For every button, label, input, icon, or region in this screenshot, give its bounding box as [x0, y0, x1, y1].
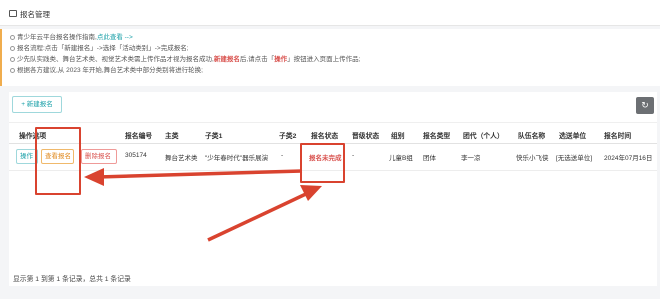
pagination-summary: 显示第 1 到第 1 条记录，总共 1 条记录: [13, 276, 131, 283]
annotation-arrows: [84, 168, 322, 242]
arrow-to-status-cell: [207, 185, 322, 242]
arrow-to-view-button: [84, 168, 303, 186]
